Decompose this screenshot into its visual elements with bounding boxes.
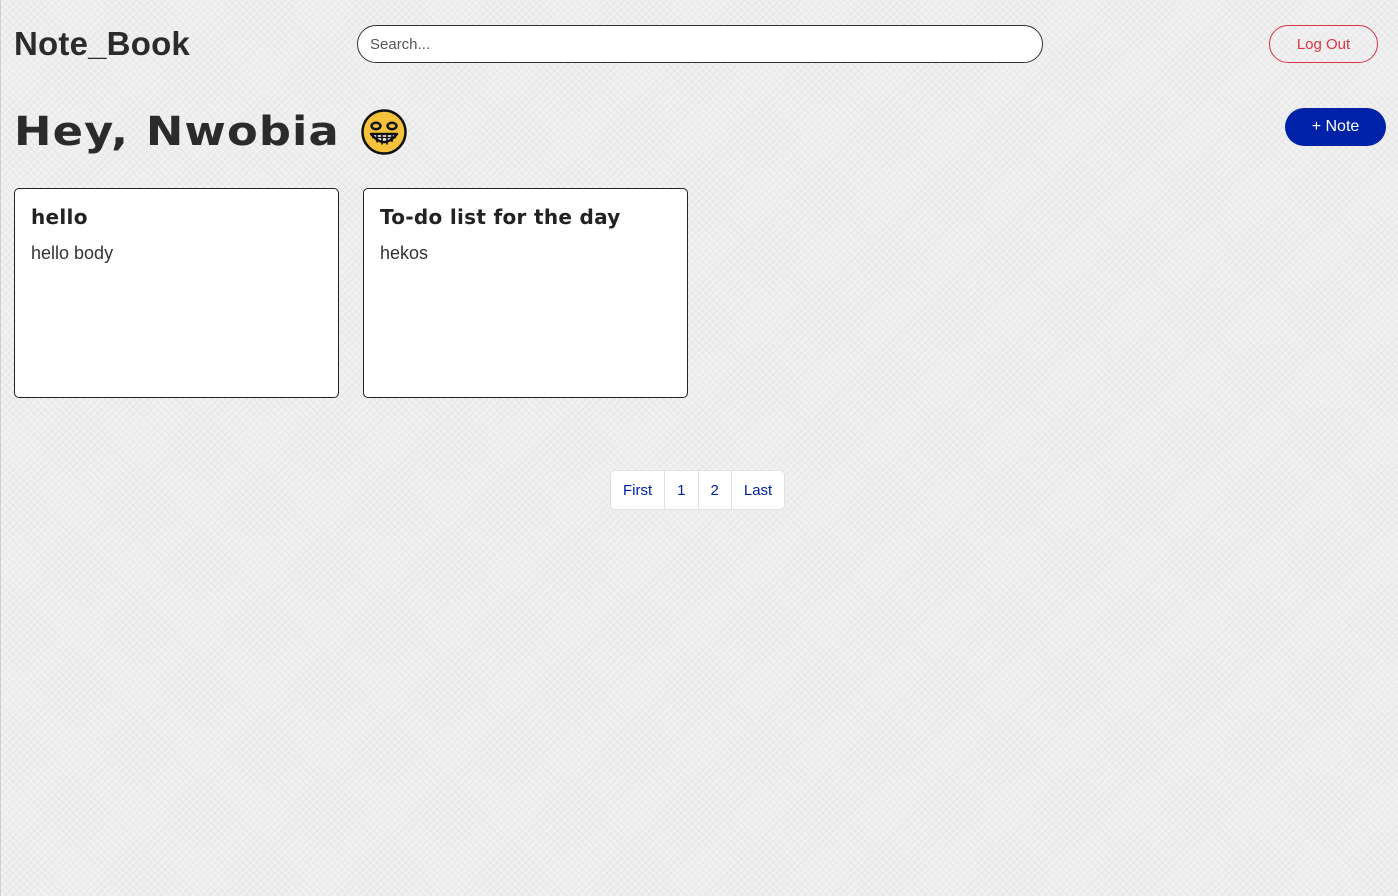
- note-card[interactable]: hello hello body: [14, 188, 339, 398]
- note-body: hekos: [380, 243, 429, 263]
- pagination-first[interactable]: First: [611, 471, 666, 509]
- navbar: Note_Book Log Out: [1, 0, 1398, 88]
- note-title: To-do list for the day: [380, 205, 621, 229]
- brand-logo[interactable]: Note_Book: [14, 24, 190, 64]
- greeting-row: Hey, Nwobia: [14, 104, 407, 160]
- add-note-button[interactable]: + Note: [1285, 108, 1386, 146]
- pagination-page-1[interactable]: 1: [665, 471, 699, 509]
- note-body: hello body: [31, 243, 114, 263]
- note-title: hello: [31, 205, 88, 229]
- logout-button[interactable]: Log Out: [1269, 25, 1378, 63]
- grinning-face-icon: [361, 109, 407, 155]
- search-input[interactable]: [357, 25, 1043, 63]
- pagination-page-2[interactable]: 2: [699, 471, 732, 509]
- greeting-heading: Hey, Nwobia: [14, 109, 340, 155]
- pagination-last[interactable]: Last: [732, 471, 784, 509]
- note-card[interactable]: To-do list for the day hekos: [363, 188, 688, 398]
- pagination: First 1 2 Last: [610, 470, 786, 510]
